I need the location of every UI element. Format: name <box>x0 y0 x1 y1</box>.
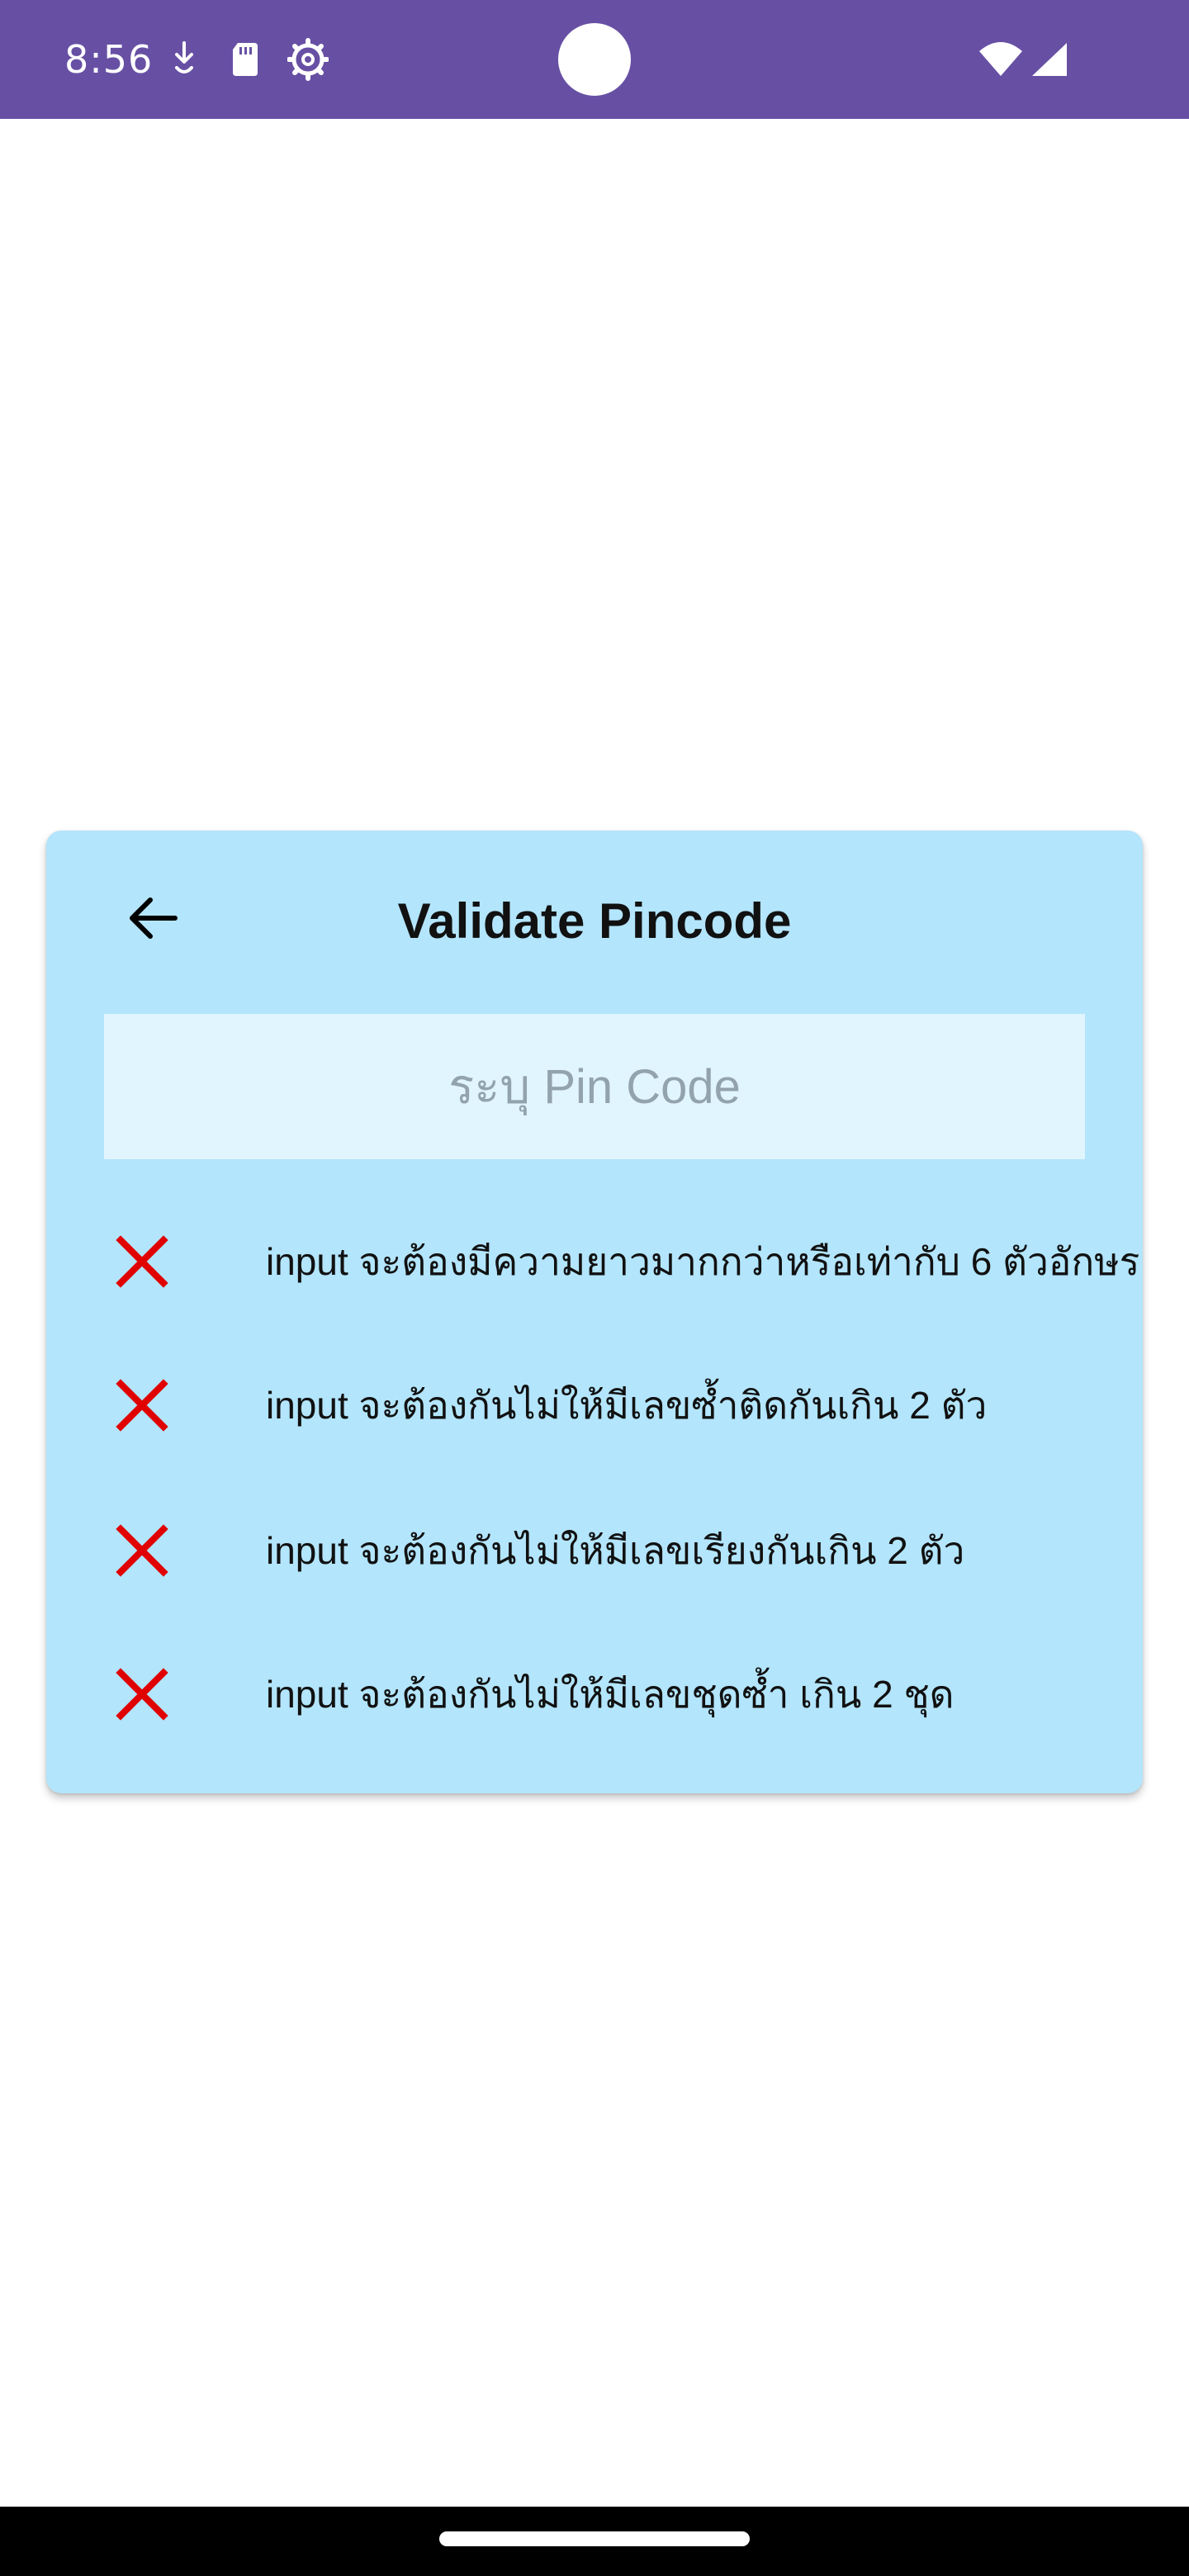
rule-no-sequential: input จะต้องกันไม่ให้มีเลขเรียงกันเกิน 2… <box>112 1509 1136 1592</box>
validate-pincode-card: Validate Pincode input จะต้องมีความยาวมา… <box>46 831 1143 1793</box>
rule-text: input จะต้องกันไม่ให้มีเลขชุดซ้ำ เกิน 2 … <box>266 1673 955 1716</box>
page-title: Validate Pincode <box>397 893 792 949</box>
sd-card-icon <box>226 36 264 83</box>
arrow-back-icon <box>127 895 180 945</box>
settings-gear-icon <box>287 36 329 83</box>
navigation-bar <box>0 2507 1189 2576</box>
red-cross-icon <box>112 1521 172 1580</box>
cellular-signal-icon <box>1029 36 1070 83</box>
red-cross-icon <box>112 1664 172 1724</box>
rule-min-length: input จะต้องมีความยาวมากกว่าหรือเท่ากับ … <box>112 1220 1140 1303</box>
download-arrow-icon <box>165 36 203 83</box>
red-cross-icon <box>112 1376 172 1435</box>
rule-text: input จะต้องมีความยาวมากกว่าหรือเท่ากับ … <box>266 1240 1140 1283</box>
home-gesture-handle[interactable] <box>439 2531 750 2546</box>
rule-text: input จะต้องกันไม่ให้มีเลขเรียงกันเกิน 2… <box>266 1529 965 1572</box>
pin-code-input[interactable] <box>104 1014 1085 1159</box>
camera-cutout <box>558 23 631 96</box>
status-time: 8:56 <box>64 37 154 82</box>
status-bar: 8:56 <box>0 0 1189 119</box>
red-cross-icon <box>112 1232 172 1291</box>
wifi-icon <box>978 36 1024 83</box>
back-button[interactable] <box>106 872 201 968</box>
rule-no-repeated-sets: input จะต้องกันไม่ให้มีเลขชุดซ้ำ เกิน 2 … <box>112 1653 1136 1735</box>
rule-text: input จะต้องกันไม่ให้มีเลขซ้ำติดกันเกิน … <box>266 1384 988 1427</box>
rule-no-repeated-adjacent: input จะต้องกันไม่ให้มีเลขซ้ำติดกันเกิน … <box>112 1364 1136 1447</box>
